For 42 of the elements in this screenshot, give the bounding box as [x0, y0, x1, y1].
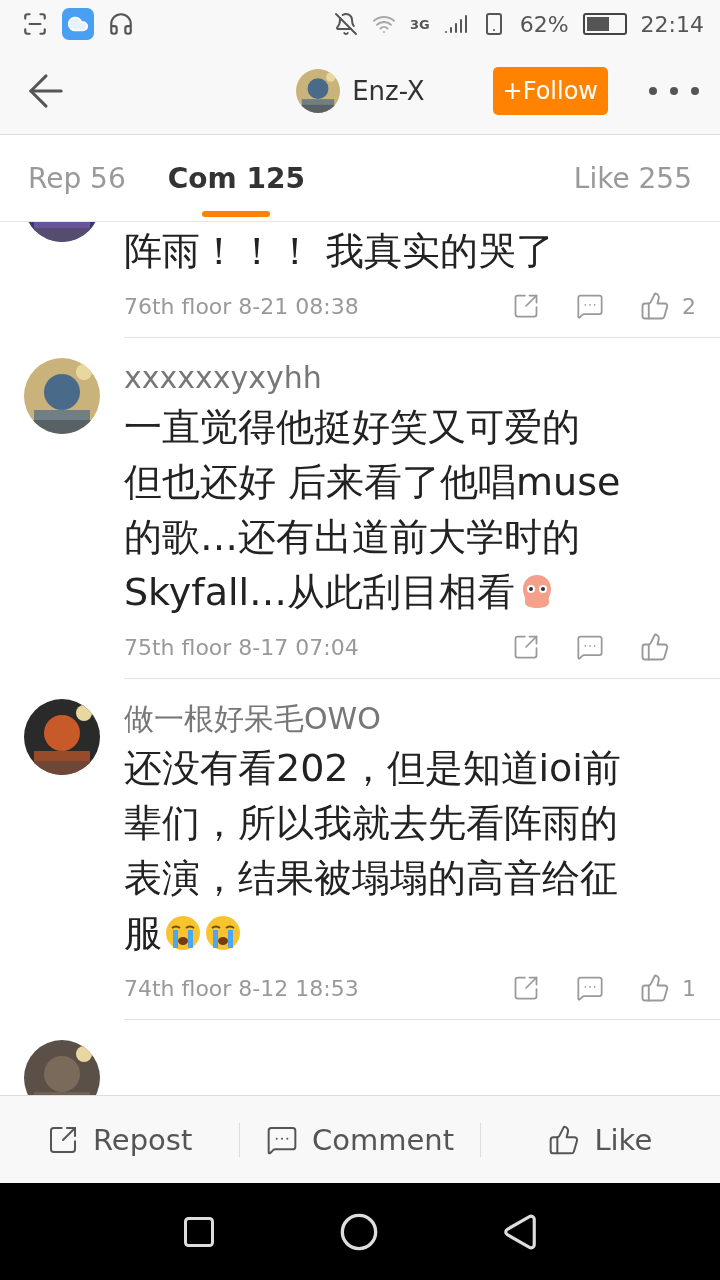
tab[interactable]: Rep 56 [28, 135, 126, 221]
scan-icon [22, 11, 48, 37]
battery-percent: 62% [519, 11, 569, 37]
comment-meta: 74th floor 8-12 18:53 [124, 975, 359, 1001]
thumbs-up-icon[interactable] [640, 973, 670, 1003]
action-button[interactable]: Repost [0, 1121, 240, 1158]
clock: 22:14 [640, 11, 704, 37]
cloud-app-icon [62, 8, 94, 40]
comment-text: 还没有看202，但是知道ioi前 辈们，所以我就去先看阵雨的 表演，结果被塌塌的高音给征 服 [124, 745, 622, 957]
repost-icon[interactable] [512, 292, 540, 320]
comment-text: 阵雨！！！ 我真实的哭了 [124, 228, 556, 275]
crying-emoji-icon [204, 914, 242, 952]
repost-icon[interactable] [512, 974, 540, 1002]
commenter-name[interactable]: xxxxxxyxyhh [124, 358, 696, 398]
muted-bell-icon [333, 12, 358, 36]
battery-icon [582, 13, 627, 35]
comment-icon[interactable] [576, 633, 604, 661]
home-icon[interactable] [339, 1211, 379, 1252]
tab[interactable]: Like 255 [573, 135, 692, 221]
commenter-name[interactable]: 做一根好呆毛OWO [124, 699, 696, 739]
headphones-icon [108, 11, 134, 37]
thumbs-up-icon[interactable] [640, 291, 670, 321]
crying-emoji-icon [164, 914, 202, 952]
tab[interactable]: Com 125 [167, 135, 305, 221]
like-count: 2 [682, 293, 696, 319]
network-type: 3G [409, 16, 430, 32]
like-count: 1 [682, 975, 696, 1001]
comment-meta: 75th floor 8-17 07:04 [124, 634, 359, 660]
repost-icon[interactable] [512, 633, 540, 661]
thumbs-up-icon [548, 1123, 581, 1156]
action-button[interactable]: Comment [240, 1121, 480, 1158]
thumbs-up-icon[interactable] [640, 632, 670, 662]
back-icon[interactable] [501, 1212, 539, 1251]
comment-meta: 76th floor 8-21 08:38 [124, 293, 359, 319]
comment-text: 一直觉得他挺好笑又可爱的 但也还好 后来看了他唱muse 的歌…还有出道前大学时的 Skyfall…从此刮目相看 [124, 404, 622, 616]
comment-icon[interactable] [576, 292, 604, 320]
follow-button[interactable]: +Follow [492, 67, 608, 115]
signal-icon [443, 12, 468, 36]
action-button[interactable]: Like [480, 1121, 720, 1158]
more-icon[interactable] [648, 86, 700, 96]
user-name: Enz-X [352, 76, 425, 106]
comment-icon[interactable] [576, 974, 604, 1002]
